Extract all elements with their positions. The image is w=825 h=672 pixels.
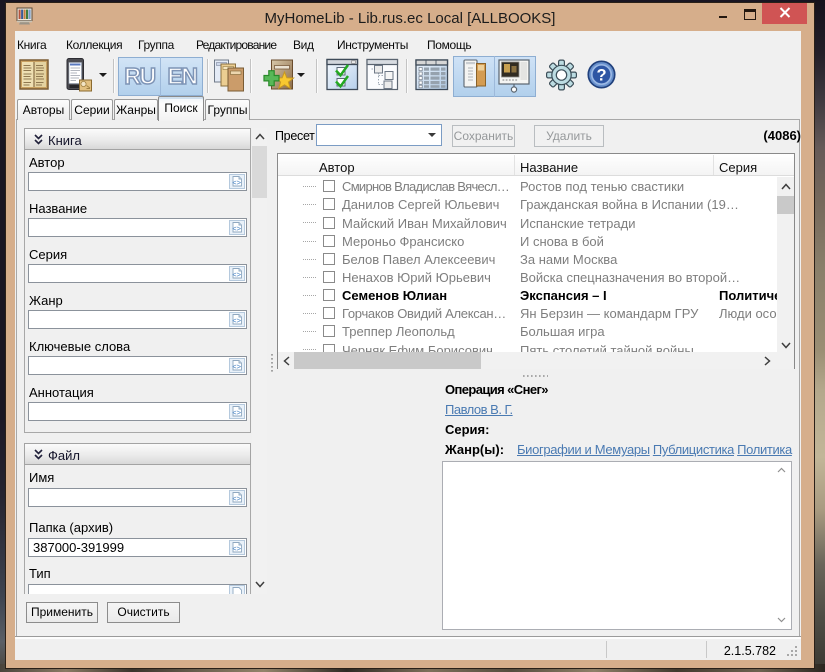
svg-text:<>: <> [232, 408, 241, 417]
svg-text:<>: <> [232, 494, 241, 503]
svg-text:<>: <> [232, 544, 241, 553]
svg-text:?: ? [596, 67, 606, 85]
svg-text:<>: <> [232, 362, 241, 371]
svg-text:<>: <> [232, 224, 241, 233]
svg-text:<>: <> [232, 270, 241, 279]
svg-text:<>: <> [232, 178, 241, 187]
svg-text:<>: <> [232, 316, 241, 325]
